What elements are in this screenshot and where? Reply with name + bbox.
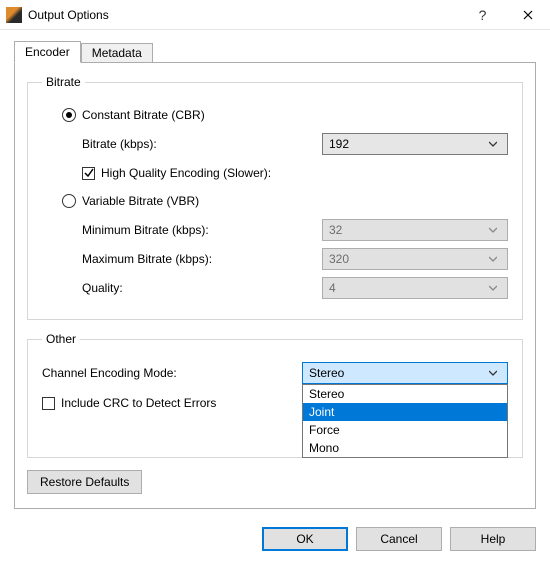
chevron-down-icon <box>485 255 501 263</box>
close-icon <box>523 10 533 20</box>
bitrate-legend: Bitrate <box>42 75 85 89</box>
tabstrip: Encoder Metadata <box>14 40 536 62</box>
bitrate-group: Bitrate Constant Bitrate (CBR) Bitrate (… <box>27 75 523 320</box>
help-button[interactable]: Help <box>450 527 536 551</box>
ok-button[interactable]: OK <box>262 527 348 551</box>
max-bitrate-value: 320 <box>329 252 485 266</box>
radio-unselected-icon <box>62 194 76 208</box>
channel-mode-dropdown: Stereo Joint Force Mono <box>302 384 508 458</box>
crc-label: Include CRC to Detect Errors <box>61 396 216 410</box>
bitrate-combo[interactable]: 192 <box>322 133 508 155</box>
tab-metadata[interactable]: Metadata <box>81 43 153 62</box>
min-bitrate-combo: 32 <box>322 219 508 241</box>
other-group: Other Channel Encoding Mode: Stereo Ster… <box>27 332 523 458</box>
tab-encoder[interactable]: Encoder <box>14 41 81 63</box>
chevron-down-icon <box>485 226 501 234</box>
max-bitrate-label: Maximum Bitrate (kbps): <box>82 252 322 266</box>
titlebar-close-button[interactable] <box>505 0 550 30</box>
max-bitrate-combo: 320 <box>322 248 508 270</box>
quality-label: Quality: <box>82 281 322 295</box>
restore-defaults-button[interactable]: Restore Defaults <box>27 470 142 494</box>
radio-selected-icon <box>62 108 76 122</box>
min-bitrate-value: 32 <box>329 223 485 237</box>
channel-mode-label: Channel Encoding Mode: <box>42 366 302 380</box>
tab-page-encoder: Bitrate Constant Bitrate (CBR) Bitrate (… <box>14 62 536 509</box>
chevron-down-icon <box>485 284 501 292</box>
cancel-button[interactable]: Cancel <box>356 527 442 551</box>
dialog-footer: OK Cancel Help <box>0 527 550 565</box>
chevron-down-icon <box>485 369 501 377</box>
cbr-radio-row[interactable]: Constant Bitrate (CBR) <box>42 103 508 127</box>
cbr-label: Constant Bitrate (CBR) <box>82 108 205 122</box>
min-bitrate-label: Minimum Bitrate (kbps): <box>82 223 322 237</box>
app-icon <box>6 7 22 23</box>
channel-option-stereo[interactable]: Stereo <box>303 385 507 403</box>
quality-combo: 4 <box>322 277 508 299</box>
bitrate-value: 192 <box>329 137 485 151</box>
bitrate-label: Bitrate (kbps): <box>82 137 322 151</box>
titlebar-help-button[interactable]: ? <box>460 0 505 30</box>
checkbox-unchecked-icon <box>42 397 55 410</box>
client-area: Encoder Metadata Bitrate Constant Bitrat… <box>0 30 550 523</box>
titlebar: Output Options ? <box>0 0 550 30</box>
vbr-radio-row[interactable]: Variable Bitrate (VBR) <box>42 189 508 213</box>
channel-mode-value: Stereo <box>309 366 485 380</box>
quality-value: 4 <box>329 281 485 295</box>
other-legend: Other <box>42 332 80 346</box>
hq-checkbox-row[interactable]: High Quality Encoding (Slower): <box>42 161 508 185</box>
channel-mode-combo[interactable]: Stereo Stereo Joint Force Mono <box>302 362 508 384</box>
vbr-label: Variable Bitrate (VBR) <box>82 194 199 208</box>
window-title: Output Options <box>28 8 460 22</box>
chevron-down-icon <box>485 140 501 148</box>
channel-option-mono[interactable]: Mono <box>303 439 507 457</box>
checkbox-checked-icon <box>82 167 95 180</box>
channel-option-joint[interactable]: Joint <box>303 403 507 421</box>
hq-label: High Quality Encoding (Slower): <box>101 166 271 180</box>
channel-option-force[interactable]: Force <box>303 421 507 439</box>
